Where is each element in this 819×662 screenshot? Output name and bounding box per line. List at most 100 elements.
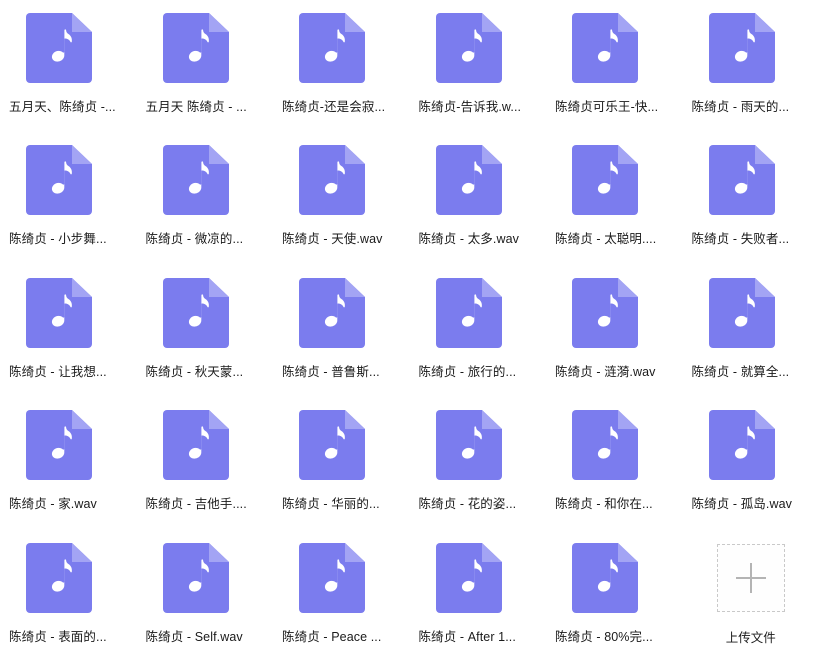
music-file-glyph bbox=[708, 277, 775, 348]
file-name-label: 五月天 陈绮贞 - ... bbox=[145, 100, 247, 114]
music-file-glyph bbox=[26, 145, 92, 216]
music-file-icon[interactable] bbox=[299, 13, 365, 83]
file-name-label: 陈绮贞 - 微凉的... bbox=[145, 232, 244, 247]
file-item[interactable]: 陈绮贞 - Peace ... bbox=[273, 530, 410, 662]
music-file-icon[interactable] bbox=[572, 277, 638, 348]
file-item[interactable]: 陈绮贞 - 太多.wav bbox=[410, 132, 547, 264]
music-file-glyph bbox=[26, 542, 92, 613]
file-item[interactable]: 陈绮贞 - 秋天蒙... bbox=[137, 265, 274, 397]
music-file-icon[interactable] bbox=[162, 145, 229, 216]
music-file-glyph bbox=[162, 542, 229, 613]
file-name-label: 陈绮贞 - 旅行的... bbox=[418, 364, 517, 379]
music-file-icon[interactable] bbox=[162, 410, 229, 481]
music-file-icon[interactable] bbox=[299, 145, 365, 216]
file-name-label: 陈绮贞 - 和你在... bbox=[555, 497, 653, 512]
file-item[interactable]: 陈绮贞 - 普鲁斯... bbox=[273, 265, 410, 397]
music-file-icon[interactable] bbox=[572, 13, 638, 83]
music-file-icon[interactable] bbox=[162, 277, 229, 348]
music-file-glyph bbox=[299, 13, 365, 83]
music-file-icon[interactable] bbox=[162, 13, 229, 83]
file-name-label: 陈绮贞 - 雨天的... bbox=[691, 100, 790, 114]
plus-icon bbox=[735, 562, 766, 593]
music-file-glyph bbox=[162, 145, 229, 216]
music-file-glyph bbox=[162, 410, 229, 481]
file-name-label: 陈绮贞-还是会寂... bbox=[282, 100, 386, 114]
file-item[interactable]: 陈绮贞-告诉我.w... bbox=[410, 0, 547, 132]
file-item[interactable]: 陈绮贞 - 微凉的... bbox=[137, 132, 274, 264]
file-item[interactable]: 陈绮贞 - 表面的... bbox=[0, 530, 137, 662]
file-name-label: 陈绮贞 - 表面的... bbox=[9, 629, 107, 644]
music-file-icon[interactable] bbox=[708, 13, 775, 83]
file-item[interactable]: 陈绮贞可乐王-快... bbox=[546, 0, 683, 132]
music-file-icon[interactable] bbox=[572, 145, 638, 216]
file-item[interactable]: 陈绮贞 - 华丽的... bbox=[273, 397, 410, 529]
music-file-icon[interactable] bbox=[435, 277, 502, 348]
file-item[interactable]: 陈绮贞 - 80%完... bbox=[546, 530, 683, 662]
music-file-glyph bbox=[435, 145, 502, 216]
music-file-glyph bbox=[572, 145, 638, 216]
music-file-glyph bbox=[435, 410, 502, 481]
file-name-label: 陈绮贞 - 吉他手.... bbox=[145, 497, 247, 512]
music-file-icon[interactable] bbox=[708, 145, 775, 216]
music-file-icon[interactable] bbox=[26, 13, 92, 83]
file-name-label: 陈绮贞 - 太聪明.... bbox=[555, 232, 657, 247]
music-file-icon[interactable] bbox=[299, 410, 365, 481]
music-file-icon[interactable] bbox=[162, 542, 229, 613]
music-file-glyph bbox=[572, 410, 638, 481]
file-item[interactable]: 陈绮贞 - 吉他手.... bbox=[137, 397, 274, 529]
file-item[interactable]: 陈绮贞 - 太聪明.... bbox=[546, 132, 683, 264]
file-item[interactable]: 陈绮贞 - 孤岛.wav bbox=[683, 397, 819, 529]
file-name-label: 陈绮贞 - 家.wav bbox=[9, 497, 97, 512]
file-name-label: 陈绮贞可乐王-快... bbox=[555, 100, 659, 114]
music-file-icon[interactable] bbox=[26, 277, 92, 348]
file-name-label: 陈绮贞 - 华丽的... bbox=[282, 497, 380, 512]
file-item[interactable]: 陈绮贞 - 小步舞... bbox=[0, 132, 137, 264]
file-item[interactable]: 陈绮贞 - After 1... bbox=[410, 530, 547, 662]
music-file-icon[interactable] bbox=[26, 145, 92, 216]
music-file-icon[interactable] bbox=[572, 542, 638, 613]
file-item[interactable]: 陈绮贞 - 雨天的... bbox=[683, 0, 819, 132]
file-item[interactable]: 五月天、陈绮贞 -... bbox=[0, 0, 137, 132]
music-file-glyph bbox=[26, 13, 92, 83]
music-file-glyph bbox=[572, 542, 638, 613]
music-file-icon[interactable] bbox=[708, 410, 775, 481]
file-item[interactable]: 陈绮贞 - 让我想... bbox=[0, 265, 137, 397]
file-item[interactable]: 陈绮贞 - Self.wav bbox=[137, 530, 274, 662]
file-name-label: 陈绮贞 - 小步舞... bbox=[9, 232, 107, 247]
file-item[interactable]: 陈绮贞 - 涟漪.wav bbox=[546, 265, 683, 397]
file-item[interactable]: 陈绮贞 - 家.wav bbox=[0, 397, 137, 529]
music-file-glyph bbox=[162, 13, 229, 83]
file-item[interactable]: 陈绮贞 - 就算全... bbox=[683, 265, 819, 397]
music-file-icon[interactable] bbox=[26, 542, 92, 613]
file-item[interactable]: 陈绮贞-还是会寂... bbox=[273, 0, 410, 132]
music-file-glyph bbox=[708, 145, 775, 216]
music-file-icon[interactable] bbox=[572, 410, 638, 481]
file-item[interactable]: 陈绮贞 - 旅行的... bbox=[410, 265, 547, 397]
file-name-label: 陈绮贞 - Self.wav bbox=[145, 629, 243, 644]
music-file-icon[interactable] bbox=[26, 410, 92, 481]
file-name-label: 陈绮贞 - 涟漪.wav bbox=[555, 364, 656, 379]
upload-file-item[interactable]: 上传文件 bbox=[683, 530, 819, 662]
music-file-icon[interactable] bbox=[435, 410, 502, 481]
music-file-glyph bbox=[162, 277, 229, 348]
file-item[interactable]: 五月天 陈绮贞 - ... bbox=[137, 0, 274, 132]
file-item[interactable]: 陈绮贞 - 天使.wav bbox=[273, 132, 410, 264]
file-item[interactable]: 陈绮贞 - 和你在... bbox=[546, 397, 683, 529]
music-file-glyph bbox=[708, 410, 775, 481]
music-file-glyph bbox=[572, 13, 638, 83]
file-name-label: 五月天、陈绮贞 -... bbox=[9, 100, 116, 114]
music-file-icon[interactable] bbox=[435, 145, 502, 216]
music-file-icon[interactable] bbox=[299, 277, 365, 348]
file-item[interactable]: 陈绮贞 - 花的姿... bbox=[410, 397, 547, 529]
music-file-icon[interactable] bbox=[435, 542, 502, 613]
music-file-glyph bbox=[708, 13, 775, 83]
music-file-icon[interactable] bbox=[435, 13, 502, 83]
music-file-glyph bbox=[299, 277, 365, 348]
music-file-icon[interactable] bbox=[299, 542, 365, 613]
file-grid: 五月天、陈绮贞 -... 五月天 陈绮贞 - ... 陈绮贞-还是会寂... 陈绮贞-… bbox=[0, 0, 819, 662]
file-name-label: 陈绮贞 - 孤岛.wav bbox=[691, 497, 793, 512]
music-file-glyph bbox=[435, 277, 502, 348]
music-file-icon[interactable] bbox=[708, 277, 775, 348]
file-item[interactable]: 陈绮贞 - 失败者... bbox=[683, 132, 819, 264]
upload-dropzone[interactable] bbox=[716, 543, 785, 612]
